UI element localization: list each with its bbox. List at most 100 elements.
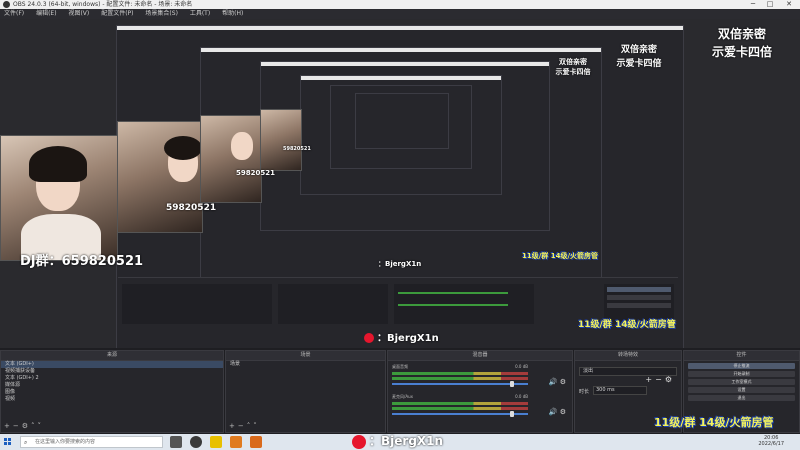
mixer-header: 混音器 <box>388 351 572 361</box>
exit-button[interactable]: 退出 <box>688 395 795 401</box>
gear-icon[interactable]: ⚙ <box>560 408 566 416</box>
menu-profile[interactable]: 配置文件(P) <box>101 10 133 17</box>
taskbar-clock: 20:06 2022/6/17 <box>758 435 784 447</box>
mixer-channel-name: 桌面音频 <box>392 364 408 369</box>
maximize-button[interactable]: □ <box>763 0 777 9</box>
preview-canvas[interactable]: 双倍亲密 示爱卡四倍 双倍亲密 示爱卡四倍 双倍亲密 示爱卡四倍 5982052… <box>0 19 800 348</box>
source-item[interactable]: 视频 <box>1 396 223 403</box>
speaker-icon[interactable]: 🔊 <box>549 408 558 416</box>
add-icon[interactable]: + <box>4 422 13 430</box>
settings-button[interactable]: 设置 <box>688 387 795 393</box>
mixer-controls: 🔊 ⚙ <box>549 408 566 416</box>
room-tag-nested-2: 11级/群 14级/火箭房管 <box>522 252 599 260</box>
transitions-header: 转场特效 <box>575 351 681 361</box>
room-tag-nested: 11级/群 14级/火箭房管 <box>578 320 676 330</box>
volume-meter <box>392 402 528 405</box>
webcam-feed-nested-3 <box>260 109 302 171</box>
menu-scene-collection[interactable]: 场景集合(S) <box>145 10 178 17</box>
weibo-logo-icon <box>352 434 366 449</box>
cam-id-label-nested-2: 59820521 <box>283 146 311 152</box>
dj-group-label: DJ群：659820521 <box>20 254 144 269</box>
title-bar: OBS 24.0.3 (64-bit, windows) - 配置文件: 未命名… <box>0 0 800 9</box>
webcam-feed <box>0 135 118 261</box>
promo-text: 双倍亲密 示爱卡四倍 <box>711 27 772 59</box>
stop-streaming-button[interactable]: 停止推流 <box>688 363 795 369</box>
source-item[interactable]: 文本 (GDI+) 2 <box>1 375 223 382</box>
close-button[interactable]: ✕ <box>782 0 796 9</box>
minimize-button[interactable]: ─ <box>746 0 760 9</box>
menu-edit[interactable]: 编辑(E) <box>36 10 56 17</box>
remove-icon[interactable]: − <box>238 422 247 430</box>
volume-meter <box>392 407 528 410</box>
window-title: OBS 24.0.3 (64-bit, windows) - 配置文件: 未命名… <box>13 1 193 8</box>
app-taskbar-icon[interactable] <box>230 436 242 448</box>
menu-tools[interactable]: 工具(T) <box>190 10 210 17</box>
down-icon[interactable]: ˅ <box>253 422 260 430</box>
mixer-channel-name: 麦克风/Aux <box>392 394 413 399</box>
windows-start-icon[interactable] <box>4 438 12 446</box>
mixer-channel-desktop: 桌面音频 0.0 dB 🔊 ⚙ <box>392 364 568 394</box>
remove-icon[interactable]: − <box>13 422 22 430</box>
volume-meter <box>392 377 528 380</box>
scenes-dock: 场景 场景 +−˄˅ <box>225 350 386 433</box>
menu-view[interactable]: 视图(V) <box>68 10 89 17</box>
studio-mode-button[interactable]: 工作室模式 <box>688 379 795 385</box>
weibo-handle-nested: ：BjergX1n <box>364 329 439 344</box>
sources-toolbar: +−⚙˄˅ <box>4 422 44 430</box>
source-item[interactable]: 媒体源 <box>1 382 223 389</box>
mixer-channel-db: 0.0 dB <box>515 394 528 399</box>
source-item[interactable]: 视频捕获设备 <box>1 368 223 375</box>
weibo-logo-icon <box>364 333 374 343</box>
browser-taskbar-icon[interactable] <box>210 436 222 448</box>
menu-file[interactable]: 文件(F) <box>4 10 24 17</box>
duration-label: 时长 <box>579 389 590 395</box>
menu-help[interactable]: 帮助(H) <box>222 10 243 17</box>
sources-dock: 来源 文本 (GDI+) 视频捕获设备 文本 (GDI+) 2 媒体源 图像 视… <box>0 350 224 433</box>
taskview-icon[interactable] <box>170 436 182 448</box>
gear-icon[interactable]: ⚙ <box>665 375 675 384</box>
gear-icon[interactable]: ⚙ <box>22 422 31 430</box>
scenes-list: 场景 <box>226 361 385 368</box>
app-taskbar-icon-2[interactable] <box>250 436 262 448</box>
menu-bar: 文件(F) 编辑(E) 视图(V) 配置文件(P) 场景集合(S) 工具(T) … <box>0 9 800 19</box>
promo-text-nested: 双倍亲密 示爱卡四倍 <box>616 45 662 69</box>
mixer-dock: 混音器 桌面音频 0.0 dB 🔊 ⚙ 麦克风/Aux 0.0 dB 🔊 ⚙ <box>387 350 573 433</box>
taskbar-search-input[interactable]: 在这里输入你要搜索的内容 <box>20 436 163 448</box>
remove-icon[interactable]: − <box>655 375 665 384</box>
weibo-handle-nested-2: ：BjergX1n <box>378 260 422 268</box>
speaker-icon[interactable]: 🔊 <box>549 378 558 386</box>
mixer-controls: 🔊 ⚙ <box>549 378 566 386</box>
add-icon[interactable]: + <box>645 375 655 384</box>
add-icon[interactable]: + <box>229 422 238 430</box>
volume-fader[interactable] <box>392 383 528 385</box>
room-tag: 11级/群 14级/火箭房管 <box>654 416 774 429</box>
mixer-channel-mic: 麦克风/Aux 0.0 dB 🔊 ⚙ <box>392 394 568 424</box>
weibo-handle: ：BjergX1n <box>352 432 443 449</box>
obs-app-icon <box>3 1 10 8</box>
start-recording-button[interactable]: 开始录制 <box>688 371 795 377</box>
search-icon: ⌕ <box>24 439 28 446</box>
cam-id-label: 59820521 <box>166 203 217 213</box>
webcam-feed-nested-2 <box>200 115 262 203</box>
source-item[interactable]: 文本 (GDI+) <box>1 361 223 368</box>
obs-taskbar-icon[interactable] <box>190 436 202 448</box>
scenes-header: 场景 <box>226 351 385 361</box>
transition-toolbar: +−⚙ <box>645 375 675 384</box>
volume-meter <box>392 372 528 375</box>
controls-header: 控件 <box>684 351 799 361</box>
scene-item[interactable]: 场景 <box>226 361 385 368</box>
volume-fader[interactable] <box>392 413 528 415</box>
mixer-channel-db: 0.0 dB <box>515 364 528 369</box>
nested-obs-frame-6 <box>355 93 449 149</box>
volume-fader-knob[interactable] <box>510 411 514 417</box>
down-icon[interactable]: ˅ <box>38 422 45 430</box>
scenes-toolbar: +−˄˅ <box>229 422 260 430</box>
cam-id-label-nested: 59820521 <box>236 169 275 177</box>
promo-text-nested-2: 双倍亲密 示爱卡四倍 <box>555 58 591 76</box>
sources-header: 来源 <box>1 351 223 361</box>
volume-fader-knob[interactable] <box>510 381 514 387</box>
source-item[interactable]: 图像 <box>1 389 223 396</box>
gear-icon[interactable]: ⚙ <box>560 378 566 386</box>
duration-input[interactable]: 300 ms <box>593 386 647 395</box>
sources-list: 文本 (GDI+) 视频捕获设备 文本 (GDI+) 2 媒体源 图像 视频 <box>1 361 223 403</box>
